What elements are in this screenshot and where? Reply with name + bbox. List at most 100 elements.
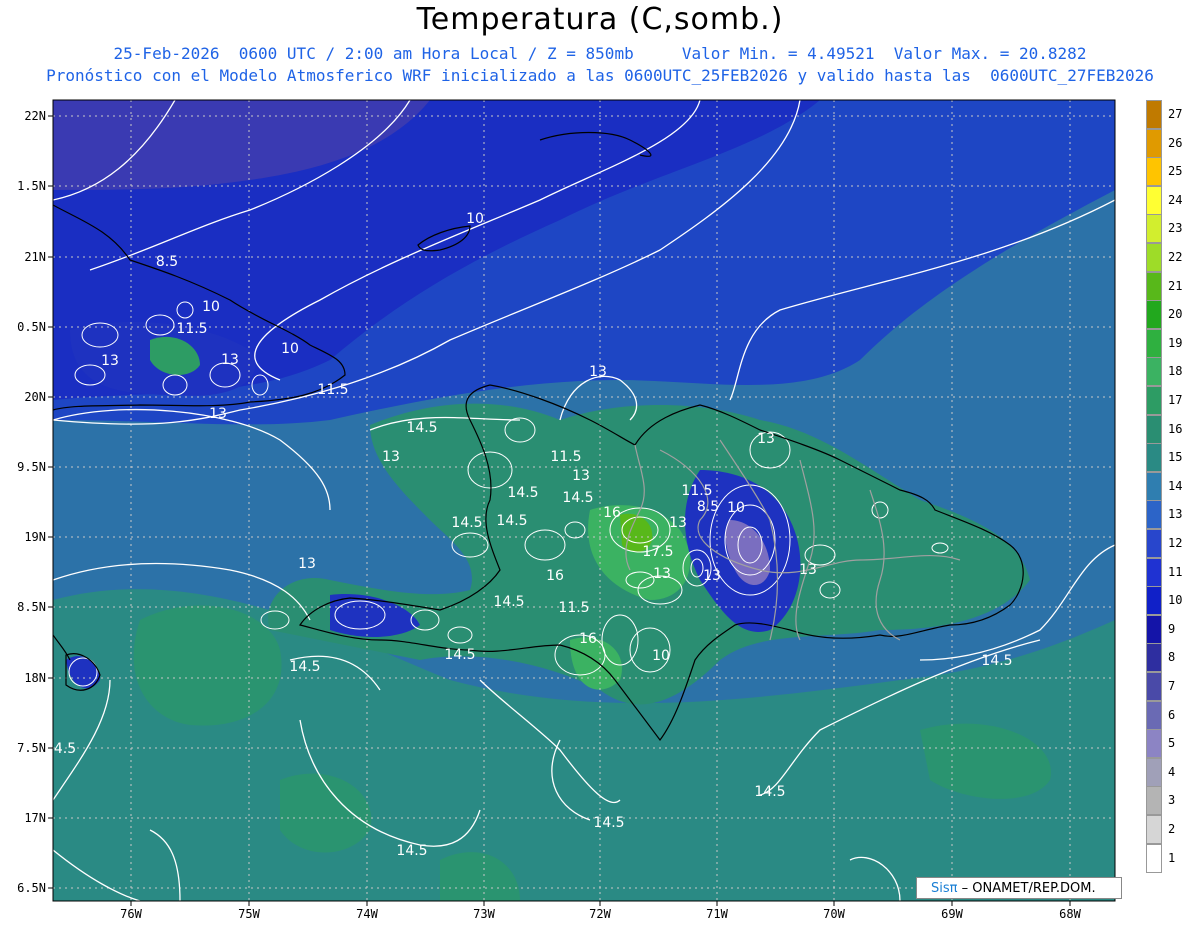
- contour-label: 13: [757, 431, 775, 447]
- temperature-map: 22N 1.5N 21N 0.5N 20N 9.5N 19N 8.5N 18N …: [17, 99, 1116, 921]
- contour-label: 16: [603, 505, 621, 521]
- colorbar-swatch: [1146, 471, 1162, 501]
- lon-label: 70W: [823, 907, 845, 921]
- lon-label: 71W: [706, 907, 728, 921]
- colorbar-swatch: [1146, 843, 1162, 873]
- colorbar-swatch: [1146, 700, 1162, 730]
- lat-label: 22N: [24, 109, 46, 123]
- colorbar-swatch: [1146, 386, 1162, 415]
- colorbar-swatch: [1146, 643, 1162, 673]
- lat-label: 1.5N: [17, 179, 46, 193]
- colorbar-label: 26: [1168, 135, 1183, 150]
- lat-label: 20N: [24, 390, 46, 404]
- lon-labels: 76W 75W 74W 73W 72W 71W 70W 69W 68W: [120, 907, 1081, 921]
- colorbar-swatch: [1146, 271, 1162, 301]
- colorbar-label: 24: [1168, 192, 1183, 207]
- contour-label: 13: [799, 562, 817, 578]
- colorbar-swatch: [1146, 729, 1162, 759]
- contour-label: 10: [281, 341, 299, 357]
- contour-label: 14.5: [451, 515, 482, 531]
- contour-label: 14.5: [396, 843, 427, 859]
- contour-label: 14.5: [507, 485, 538, 501]
- colorbar-label: 14: [1168, 478, 1183, 493]
- lon-label: 74W: [356, 907, 378, 921]
- colorbar-swatch: [1146, 185, 1162, 215]
- colorbar-swatch: [1146, 757, 1162, 787]
- contour-label: 13: [298, 556, 316, 572]
- colorbar-label: 13: [1168, 507, 1183, 522]
- contour-label: 10: [727, 500, 745, 516]
- contour-label: 16: [546, 568, 564, 584]
- lon-label: 76W: [120, 907, 142, 921]
- contour-label: 8.5: [156, 254, 178, 270]
- colorbar-swatch: [1146, 557, 1162, 587]
- contour-label: 11.5: [317, 382, 348, 398]
- colorbar-swatch: [1146, 300, 1162, 330]
- contour-label: 14.5: [593, 815, 624, 831]
- colorbar-swatch: [1146, 529, 1162, 558]
- colorbar-label: 20: [1168, 307, 1183, 322]
- lat-label: 0.5N: [17, 320, 46, 334]
- colorbar-label: 23: [1168, 221, 1183, 236]
- contour-label: 14.5: [562, 490, 593, 506]
- colorbar-label: 2: [1168, 822, 1176, 836]
- colorbar-swatch: [1146, 500, 1162, 530]
- contour-label: 13: [101, 353, 119, 369]
- lon-label: 68W: [1059, 907, 1081, 921]
- contour-label: 11.5: [558, 600, 589, 616]
- colorbar-label: 5: [1168, 736, 1176, 751]
- colorbar-label: 3: [1168, 793, 1176, 808]
- colorbar-label: 25: [1168, 164, 1183, 179]
- colorbar-label: 21: [1168, 278, 1183, 293]
- colorbar-label: 15: [1168, 450, 1183, 465]
- lat-labels: 22N 1.5N 21N 0.5N 20N 9.5N 19N 8.5N 18N …: [17, 109, 46, 895]
- lat-label: 7.5N: [17, 741, 46, 755]
- contour-label: 13: [669, 515, 687, 531]
- field-warm-patch1: [133, 605, 282, 726]
- colorbar-label: 19: [1168, 335, 1183, 350]
- colorbar-swatch: [1146, 328, 1162, 358]
- contour-label: 16: [579, 631, 597, 647]
- colorbar-swatch: [1146, 786, 1162, 816]
- lat-label: 6.5N: [17, 881, 46, 895]
- colorbar-label: 1: [1168, 850, 1176, 865]
- colorbar-label: 27: [1168, 107, 1183, 121]
- contour-label: 11.5: [550, 449, 581, 465]
- colorbar-swatch: [1146, 100, 1162, 129]
- colorbar-swatch: [1146, 586, 1162, 616]
- contour-label: 13: [382, 449, 400, 465]
- colorbar-label: 6: [1168, 707, 1176, 722]
- colorbar-swatch: [1146, 214, 1162, 244]
- contour-label: 14.5: [754, 784, 785, 800]
- sispi-logo: Sisπ: [931, 881, 958, 896]
- colorbar-swatch: [1146, 614, 1162, 644]
- contour-label: 13: [589, 364, 607, 380]
- colorbar-swatch: [1146, 157, 1162, 187]
- colorbar-label: 4: [1168, 764, 1176, 779]
- colorbar-label: 10: [1168, 593, 1183, 608]
- lon-label: 69W: [941, 907, 963, 921]
- colorbar-label: 22: [1168, 250, 1183, 264]
- lon-label: 75W: [238, 907, 260, 921]
- lat-label: 21N: [24, 250, 46, 264]
- contour-label: 10: [202, 299, 220, 315]
- lon-label: 73W: [473, 907, 495, 921]
- credit-text: – ONAMET/REP.DOM.: [957, 881, 1096, 896]
- colorbar-label: 17: [1168, 393, 1183, 407]
- contour-label: 13: [209, 406, 227, 422]
- contour-label: 4.5: [54, 741, 76, 757]
- lon-label: 72W: [589, 907, 611, 921]
- contour-label: 11.5: [681, 483, 712, 499]
- colorbar-label: 18: [1168, 364, 1183, 379]
- contour-label: 13: [653, 566, 671, 582]
- colorbar-swatch: [1146, 443, 1162, 473]
- contour-label: 11.5: [176, 321, 207, 337]
- lat-label: 18N: [24, 671, 46, 685]
- colorbar-swatch: [1146, 357, 1162, 387]
- contour-label: 14.5: [493, 594, 524, 610]
- contour-label: 14.5: [981, 653, 1012, 669]
- contour-label: 14.5: [444, 647, 475, 663]
- colorbar-swatch: [1146, 414, 1162, 444]
- lat-label: 17N: [24, 811, 46, 825]
- lat-label: 8.5N: [17, 600, 46, 614]
